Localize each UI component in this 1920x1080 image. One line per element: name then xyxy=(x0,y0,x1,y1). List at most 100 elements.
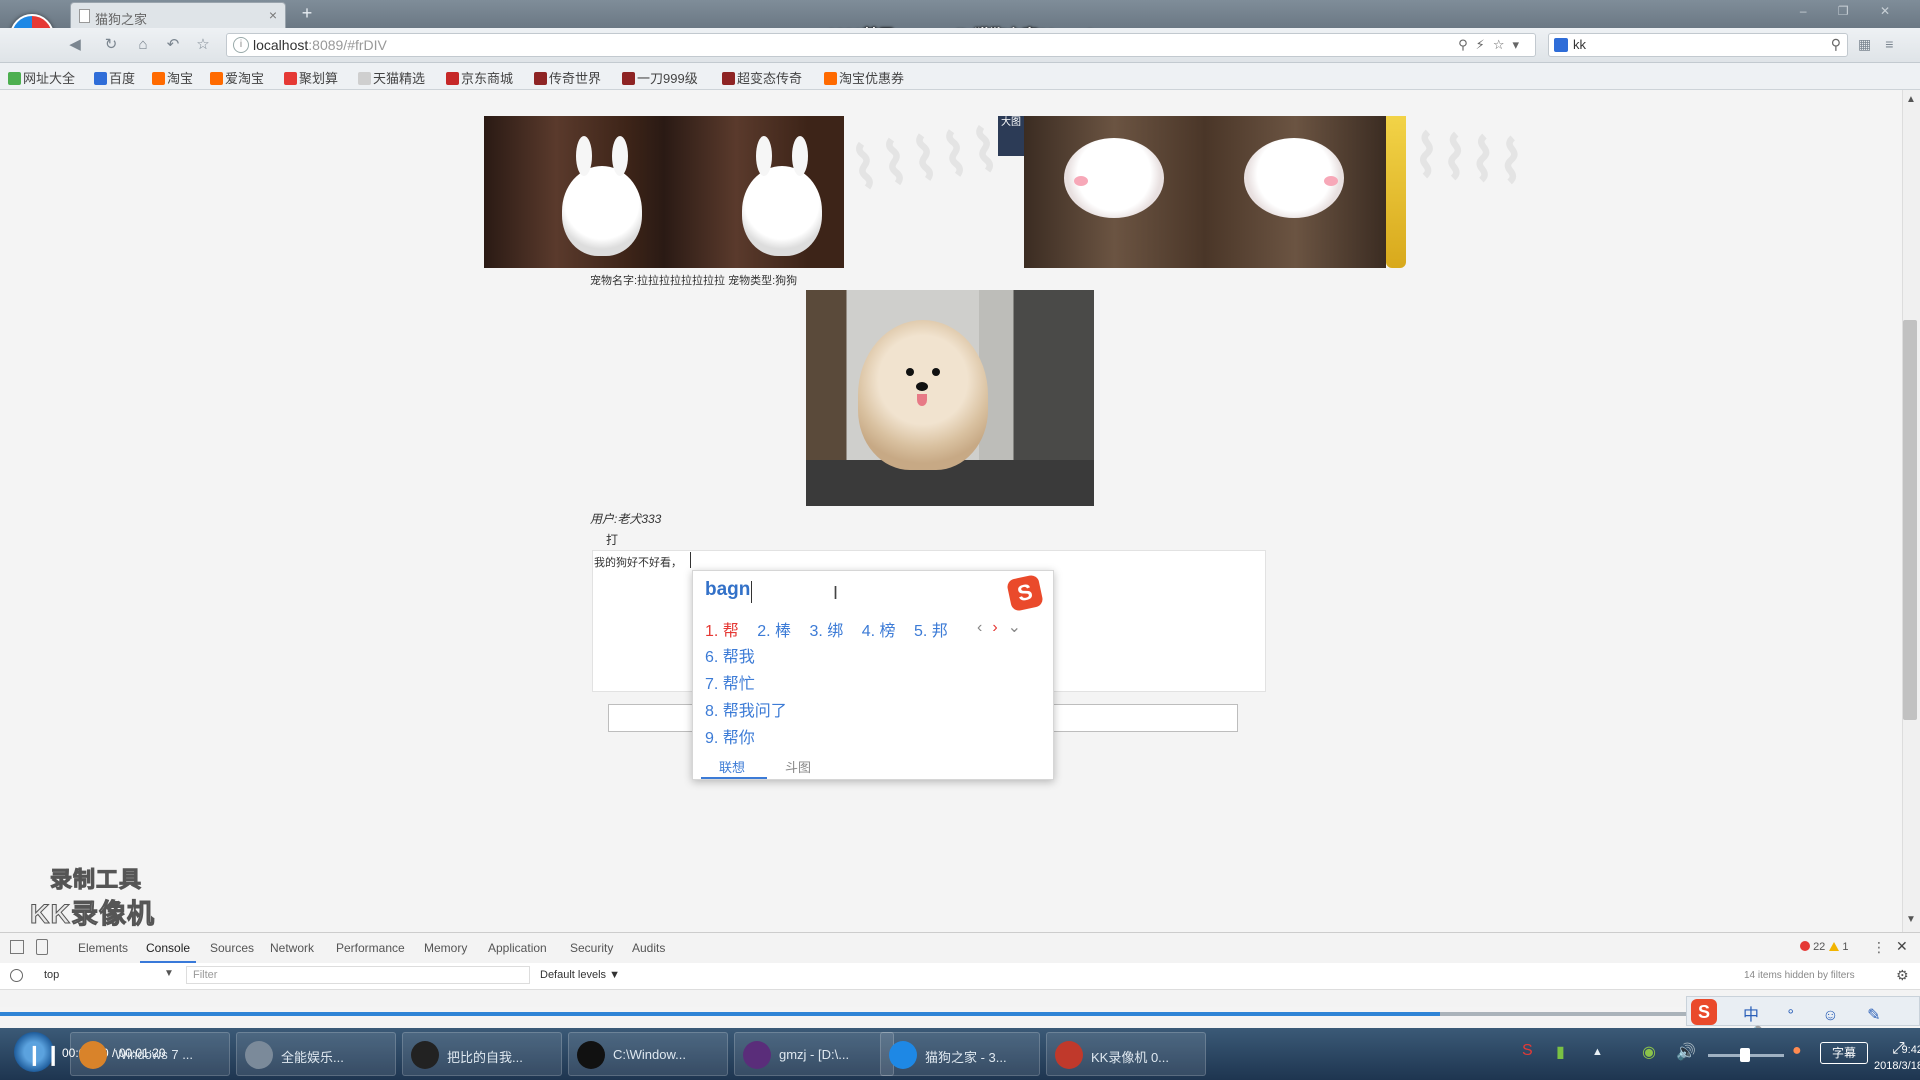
ime-candidate[interactable]: 3. 绑 xyxy=(810,623,844,640)
search-input[interactable]: kk xyxy=(1573,37,1586,52)
grid-icon[interactable]: ▦ xyxy=(1858,36,1885,52)
ime-candidate[interactable]: 1. 帮 xyxy=(705,623,739,640)
network-icon[interactable]: ◉ xyxy=(1642,1042,1656,1062)
ime-candidate[interactable]: 2. 棒 xyxy=(757,623,791,640)
scroll-up-icon[interactable]: ▲ xyxy=(1904,94,1918,108)
sogou-tray-icon[interactable]: S xyxy=(1522,1042,1533,1060)
next-page-icon[interactable]: › xyxy=(992,619,1007,636)
volume-icon[interactable]: 🔊 xyxy=(1676,1042,1696,1062)
taskbar-item[interactable]: 猫狗之家 - 3... xyxy=(880,1032,1040,1076)
device-toolbar-icon[interactable] xyxy=(36,939,48,955)
taskbar-item[interactable]: 把比的自我... xyxy=(402,1032,562,1076)
bookmark-item[interactable]: 淘宝 xyxy=(152,68,193,87)
gear-icon[interactable]: ⚙ xyxy=(1896,967,1909,984)
console-counts[interactable]: 22 1 xyxy=(1800,941,1849,953)
watermark-line1: 录制工具 xyxy=(49,867,143,893)
tab-elements[interactable]: Elements xyxy=(78,941,128,955)
bookmark-item[interactable]: 传奇世界 xyxy=(534,68,601,87)
address-tools[interactable]: ⚲⚡☆▾ xyxy=(1458,37,1527,53)
taskbar-item[interactable]: C:\Window... xyxy=(568,1032,728,1076)
app-icon xyxy=(743,1041,771,1069)
ime-tab-doutu[interactable]: 斗图 xyxy=(785,757,811,776)
bookmark-item[interactable]: 百度 xyxy=(94,68,135,87)
bookmark-icon xyxy=(8,72,21,85)
window-controls[interactable]: – ❐ ✕ xyxy=(1800,4,1904,18)
undo-icon[interactable]: ↶ xyxy=(164,36,182,54)
pause-icon[interactable]: ❙❙ xyxy=(26,1042,64,1067)
ime-page-nav[interactable]: ‹›⌄ xyxy=(977,617,1031,637)
sogou-logo-icon[interactable]: S xyxy=(1691,999,1717,1025)
context-select[interactable]: top xyxy=(44,969,59,981)
warning-count: 1 xyxy=(1842,941,1849,953)
tab-console[interactable]: Console xyxy=(146,941,190,955)
ime-candidate[interactable]: 7. 帮忙 xyxy=(705,670,755,694)
console-filter-input[interactable]: Filter xyxy=(186,966,530,984)
tab-security[interactable]: Security xyxy=(570,941,613,955)
prev-page-icon[interactable]: ‹ xyxy=(977,619,992,636)
volume-knob[interactable] xyxy=(1740,1048,1750,1062)
tab-sources[interactable]: Sources xyxy=(210,941,254,955)
taskbar-item[interactable]: KK录像机 0... xyxy=(1046,1032,1206,1076)
bookmark-icon xyxy=(824,72,837,85)
ime-candidate[interactable]: 6. 帮我 xyxy=(705,643,755,667)
address-url[interactable]: localhost:8089/#frDIV xyxy=(253,37,387,53)
zoom-icon[interactable]: ⚲ xyxy=(1458,37,1476,52)
home-icon[interactable]: ⌂ xyxy=(134,36,152,54)
dropdown-icon[interactable]: ▾ xyxy=(1512,37,1527,52)
ime-candidate[interactable]: 5. 邦 xyxy=(914,623,948,640)
watermark-line2: KK录像机 xyxy=(30,899,155,930)
more-options-icon[interactable]: ⋮ xyxy=(1872,939,1886,956)
warning-icon xyxy=(1829,942,1840,951)
bookmark-star-icon[interactable]: ☆ xyxy=(1493,37,1513,52)
ime-candidate[interactable]: 4. 榜 xyxy=(862,623,896,640)
taskbar-item[interactable]: gmzj - [D:\... xyxy=(734,1032,894,1076)
tab-audits[interactable]: Audits xyxy=(632,941,665,955)
bookmark-item[interactable]: 一刀999级 xyxy=(622,68,698,87)
ime-candidate-popup[interactable]: bagn I S 1. 帮 2. 棒 3. 绑 4. 榜 5. 邦 ‹›⌄ 6.… xyxy=(692,570,1054,780)
refresh-icon[interactable]: ↻ xyxy=(102,36,120,54)
tab-application[interactable]: Application xyxy=(488,941,547,955)
toolbar-extra[interactable]: ▦≡ xyxy=(1858,36,1907,53)
bookmark-item[interactable]: 网址大全 xyxy=(8,68,75,87)
taskbar-item[interactable]: 全能娱乐... xyxy=(236,1032,396,1076)
back-icon[interactable]: ◀ xyxy=(66,36,84,54)
scroll-thumb[interactable] xyxy=(1903,320,1917,720)
search-icon[interactable]: ⚲ xyxy=(1831,36,1841,53)
taskbar-label: 猫狗之家 - 3... xyxy=(925,1050,1007,1065)
tab-network[interactable]: Network xyxy=(270,941,314,955)
subtitle-button[interactable]: 字幕 xyxy=(1820,1042,1868,1064)
ime-tab-association[interactable]: 联想 xyxy=(719,757,745,776)
tab-close-icon[interactable]: × xyxy=(269,7,277,23)
tab-memory[interactable]: Memory xyxy=(424,941,467,955)
chevron-down-icon[interactable]: ▼ xyxy=(164,968,174,979)
close-devtools-icon[interactable]: ✕ xyxy=(1896,938,1908,955)
search-engine-icon[interactable] xyxy=(1554,38,1568,52)
bookmark-item[interactable]: 超变态传奇 xyxy=(722,68,802,87)
ime-candidate[interactable]: 8. 帮我问了 xyxy=(705,697,787,721)
taskbar-item[interactable]: Windows 7 ... xyxy=(70,1032,230,1076)
tray-expand-icon[interactable]: ▲ xyxy=(1592,1046,1603,1058)
fullscreen-icon[interactable]: ⤢ xyxy=(1892,1040,1905,1058)
scroll-down-icon[interactable]: ▼ xyxy=(1904,914,1918,928)
ime-status-bar[interactable]: S 中 ° ☺ ✎ 🎤 ▦ xyxy=(1686,996,1920,1044)
lightning-icon[interactable]: ⚡ xyxy=(1476,37,1493,52)
favorite-icon[interactable]: ☆ xyxy=(194,36,212,54)
search-box[interactable]: kk ⚲ xyxy=(1548,33,1848,57)
bookmark-item[interactable]: 聚划算 xyxy=(284,68,338,87)
bookmark-item[interactable]: 淘宝优惠券 xyxy=(824,68,904,87)
recorder-tray-icon[interactable]: ● xyxy=(1792,1042,1802,1060)
menu-icon[interactable]: ≡ xyxy=(1885,36,1907,52)
address-bar[interactable]: i localhost:8089/#frDIV ⚲⚡☆▾ xyxy=(226,33,1536,57)
expand-icon[interactable]: ⌄ xyxy=(1008,619,1031,636)
app-icon xyxy=(577,1041,605,1069)
bookmark-item[interactable]: 天猫精选 xyxy=(358,68,425,87)
log-levels-select[interactable]: Default levels ▼ xyxy=(540,969,620,981)
bookmark-item[interactable]: 京东商城 xyxy=(446,68,513,87)
tab-performance[interactable]: Performance xyxy=(336,941,405,955)
battery-icon[interactable]: ▮ xyxy=(1556,1042,1565,1062)
ime-candidate[interactable]: 9. 帮你 xyxy=(705,724,755,748)
inspect-element-icon[interactable] xyxy=(10,940,24,954)
bookmark-item[interactable]: 爱淘宝 xyxy=(210,68,264,87)
bookmark-label: 聚划算 xyxy=(299,71,339,86)
clear-console-icon[interactable] xyxy=(10,969,23,982)
